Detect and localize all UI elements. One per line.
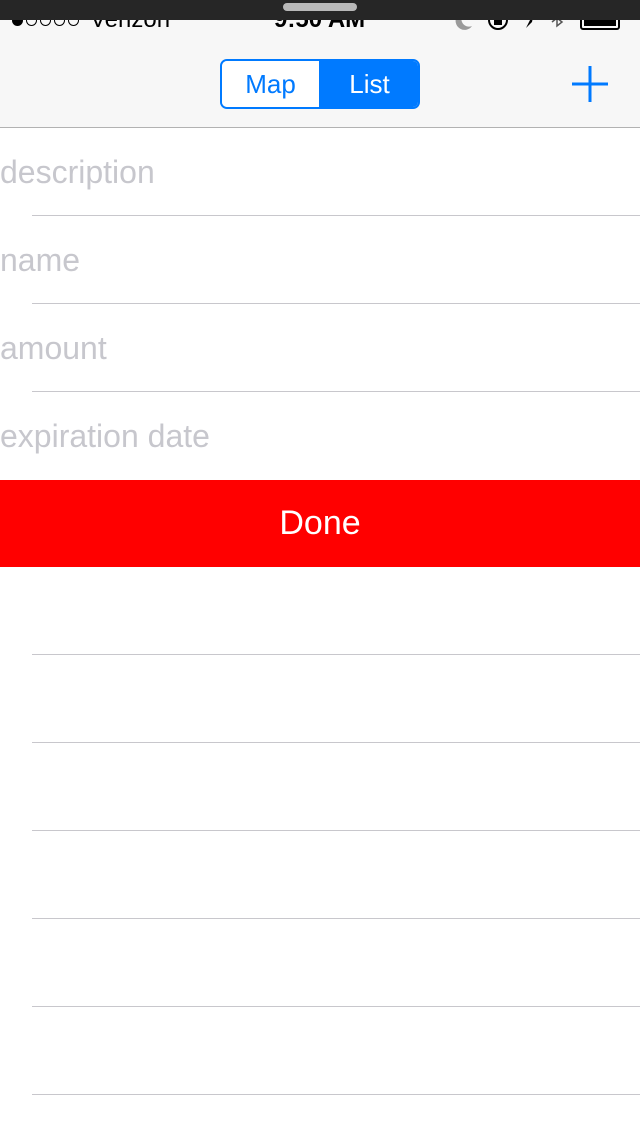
empty-row: [0, 655, 640, 743]
empty-row: [0, 567, 640, 655]
pull-handle-icon[interactable]: [283, 3, 357, 11]
navigation-bar: Map List: [0, 40, 640, 128]
empty-row: [0, 1007, 640, 1095]
name-field[interactable]: [0, 236, 620, 284]
empty-row: [0, 919, 640, 1007]
view-segmented-control[interactable]: Map List: [220, 59, 420, 109]
description-field[interactable]: [0, 148, 620, 196]
amount-field[interactable]: [0, 324, 620, 372]
segment-map[interactable]: Map: [222, 61, 319, 107]
empty-row: [0, 831, 640, 919]
row-separator: [32, 1094, 640, 1095]
plus-icon[interactable]: [566, 60, 614, 108]
name-row: [0, 216, 640, 304]
notification-strip[interactable]: [0, 0, 640, 20]
expiration-date-row: [0, 392, 640, 480]
done-button[interactable]: Done: [0, 480, 640, 567]
empty-row: [0, 743, 640, 831]
expiration-date-field[interactable]: [0, 412, 620, 460]
description-row: [0, 128, 640, 216]
amount-row: [0, 304, 640, 392]
segment-list[interactable]: List: [319, 61, 418, 107]
